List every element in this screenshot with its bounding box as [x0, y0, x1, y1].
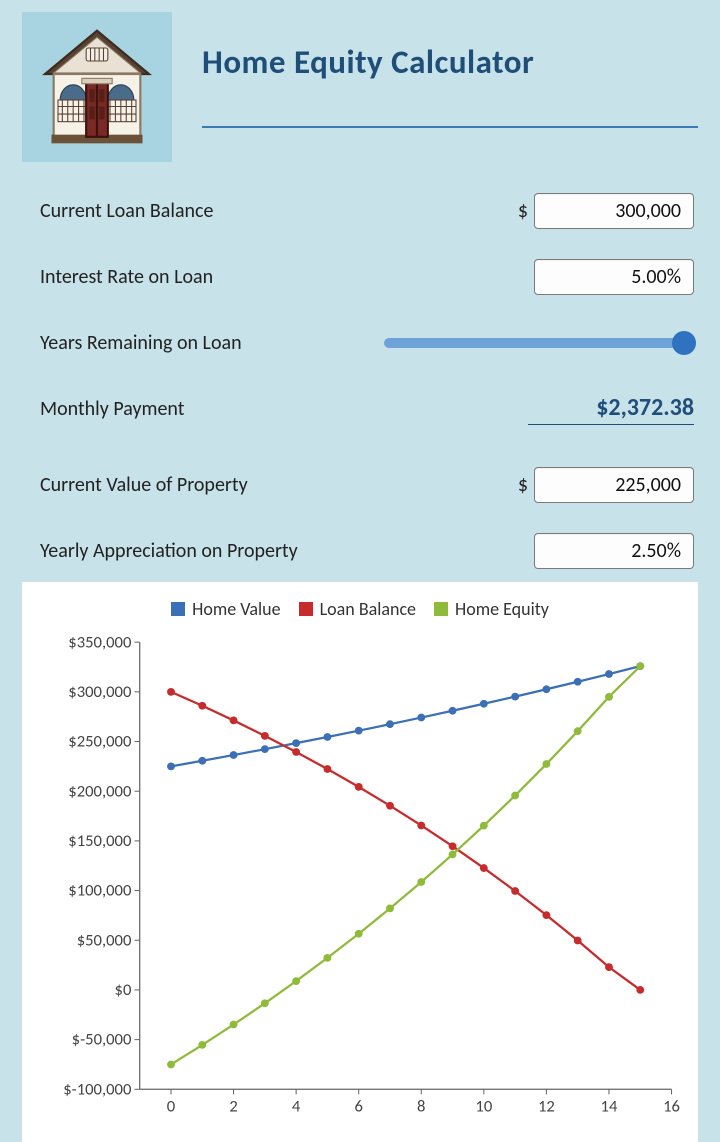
svg-text:$350,000: $350,000 — [68, 634, 131, 652]
legend-swatch-home-value — [171, 602, 185, 616]
svg-text:14: 14 — [601, 1097, 618, 1117]
slider-track — [384, 338, 694, 348]
appreciation-input[interactable]: 2.50% — [534, 533, 694, 569]
svg-text:$-100,000: $-100,000 — [63, 1080, 131, 1100]
chart-legend: Home Value Loan Balance Home Equity — [32, 598, 688, 620]
interest-rate-input[interactable]: 5.00% — [534, 259, 694, 295]
years-remaining-slider[interactable] — [384, 332, 694, 354]
svg-text:$150,000: $150,000 — [68, 831, 131, 851]
currency-prefix: $ — [518, 473, 528, 497]
svg-text:$200,000: $200,000 — [68, 781, 131, 801]
years-remaining-label: Years Remaining on Loan — [40, 331, 384, 355]
loan-balance-label: Current Loan Balance — [40, 199, 518, 223]
equity-chart: Home Value Loan Balance Home Equity $-10… — [22, 582, 698, 1142]
legend-swatch-loan-balance — [299, 602, 313, 616]
svg-text:$300,000: $300,000 — [68, 682, 131, 702]
house-icon — [22, 12, 172, 162]
svg-text:10: 10 — [475, 1097, 492, 1117]
svg-text:2: 2 — [229, 1097, 237, 1117]
property-value-label: Current Value of Property — [40, 473, 518, 497]
slider-thumb[interactable] — [672, 331, 696, 355]
appreciation-label: Yearly Appreciation on Property — [40, 539, 534, 563]
svg-text:$100,000: $100,000 — [68, 881, 131, 901]
svg-text:$250,000: $250,000 — [68, 732, 131, 752]
svg-text:$50,000: $50,000 — [77, 930, 132, 950]
svg-text:12: 12 — [538, 1097, 555, 1117]
loan-balance-input[interactable]: 300,000 — [534, 193, 694, 229]
svg-text:$-50,000: $-50,000 — [72, 1030, 132, 1050]
svg-text:8: 8 — [417, 1097, 425, 1117]
svg-text:16: 16 — [663, 1097, 680, 1117]
svg-text:6: 6 — [354, 1097, 362, 1117]
svg-text:0: 0 — [167, 1097, 175, 1117]
currency-prefix: $ — [518, 199, 528, 223]
chart-plot: $-100,000 $-50,000 $0 $50,000 $100,000 $150,0… — [40, 634, 684, 1124]
svg-text:$0: $0 — [115, 980, 132, 1000]
legend-label: Home Value — [192, 598, 281, 620]
monthly-payment-label: Monthly Payment — [40, 397, 528, 421]
legend-label: Loan Balance — [320, 598, 416, 620]
property-value-input[interactable]: 225,000 — [534, 467, 694, 503]
page-title: Home Equity Calculator — [202, 42, 698, 82]
title-divider — [202, 126, 698, 128]
interest-rate-label: Interest Rate on Loan — [40, 265, 534, 289]
calculator-form: Current Loan Balance $ 300,000 Interest … — [22, 180, 698, 574]
legend-swatch-home-equity — [434, 602, 448, 616]
monthly-payment-value: $2,372.38 — [528, 393, 694, 425]
svg-text:4: 4 — [292, 1097, 301, 1117]
legend-label: Home Equity — [455, 598, 549, 620]
